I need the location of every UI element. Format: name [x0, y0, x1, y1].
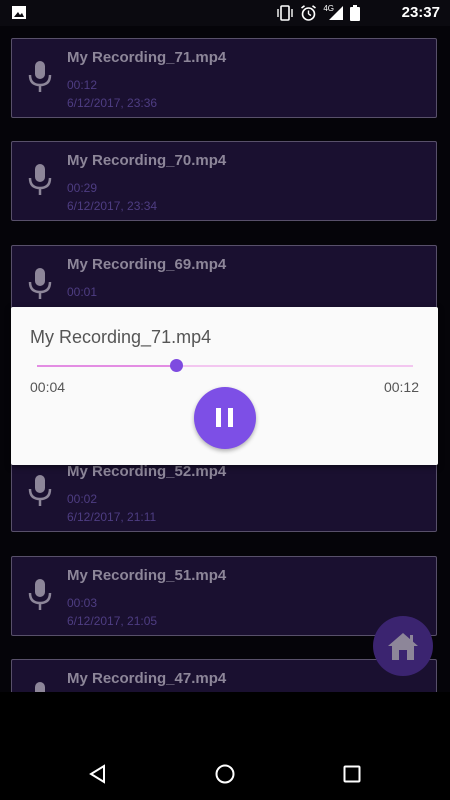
- pause-button[interactable]: [194, 387, 256, 449]
- recording-duration: 00:02: [67, 492, 98, 506]
- recording-date: 6/12/2017, 23:36: [67, 96, 158, 110]
- recording-duration: 00:12: [67, 78, 98, 92]
- alarm-icon: [301, 5, 317, 21]
- mic-icon: [28, 268, 52, 299]
- recording-name: My Recording_51.mp4: [67, 567, 227, 584]
- mic-icon: [28, 164, 52, 195]
- recording-name: My Recording_47.mp4: [67, 670, 227, 687]
- seek-bar-thumb[interactable]: [170, 359, 184, 372]
- recording-duration: 00:03: [67, 596, 98, 610]
- mic-icon: [35, 682, 45, 692]
- recording-date: 6/12/2017, 21:05: [67, 614, 158, 628]
- total-time: 00:12: [383, 379, 419, 395]
- home-fab-button[interactable]: [373, 616, 433, 676]
- recording-date: 6/12/2017, 21:11: [67, 510, 157, 524]
- recording-date: 6/12/2017, 23:34: [67, 199, 158, 213]
- seek-bar-progress: [37, 365, 177, 367]
- mic-icon: [28, 579, 52, 610]
- recording-name: My Recording_52.mp4: [67, 463, 227, 480]
- system-nav-bar: [0, 748, 450, 800]
- recording-duration: 00:01: [67, 285, 98, 299]
- playback-dialog: My Recording_71.mp4 00:04 00:12: [11, 307, 438, 465]
- home-icon: [388, 633, 418, 660]
- home-circle-icon[interactable]: [215, 764, 235, 784]
- seek-bar[interactable]: [37, 365, 413, 367]
- recording-name: My Recording_70.mp4: [67, 152, 227, 169]
- status-bar: 4G 23:37: [0, 0, 450, 26]
- recording-card[interactable]: My Recording_70.mp4 00:29 6/12/2017, 23:…: [11, 141, 437, 221]
- battery-icon: [350, 5, 360, 21]
- mic-icon: [28, 61, 52, 92]
- recording-name: My Recording_71.mp4: [67, 49, 227, 66]
- recording-card[interactable]: My Recording_47.mp4: [11, 659, 437, 692]
- playback-title: My Recording_71.mp4: [30, 327, 212, 347]
- status-time: 23:37: [401, 4, 440, 21]
- back-icon[interactable]: [88, 764, 108, 784]
- recording-duration: 00:29: [67, 181, 98, 195]
- status-icons: 4G: [276, 3, 360, 21]
- recents-icon[interactable]: [342, 764, 362, 784]
- recording-card[interactable]: My Recording_71.mp4 00:12 6/12/2017, 23:…: [11, 38, 437, 118]
- mic-icon: [28, 475, 52, 506]
- recording-card[interactable]: My Recording_51.mp4 00:03 6/12/2017, 21:…: [11, 556, 437, 636]
- gallery-icon: [12, 6, 26, 19]
- vibrate-icon: [277, 5, 294, 21]
- current-time: 00:04: [30, 379, 66, 395]
- recording-name: My Recording_69.mp4: [67, 256, 227, 273]
- network-type-label: 4G: [323, 3, 334, 13]
